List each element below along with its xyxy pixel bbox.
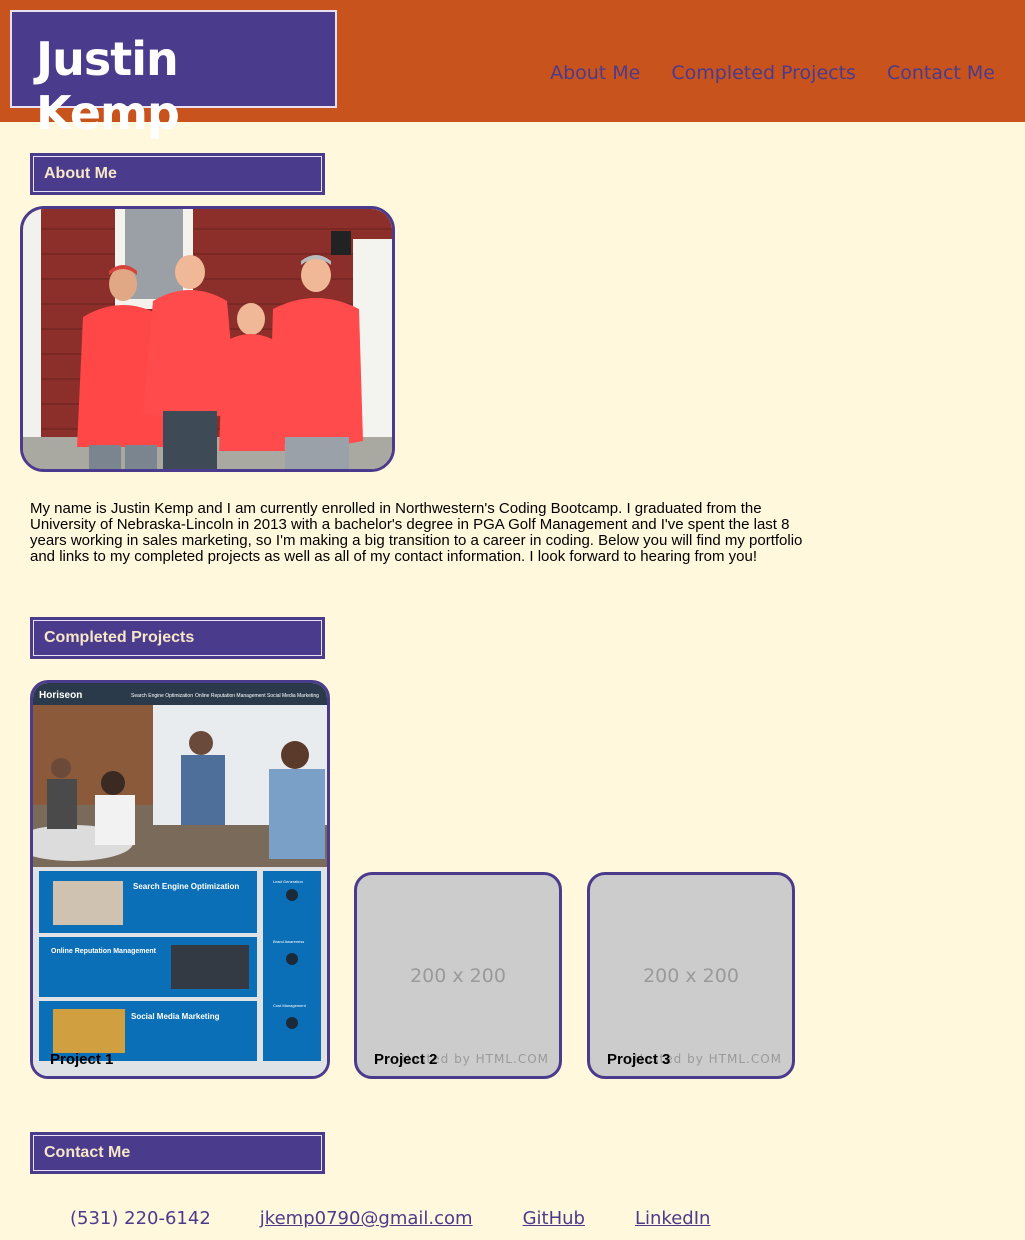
project-2-placeholder: 200 x 200 bbox=[410, 965, 506, 987]
main-nav: About Me Completed Projects Contact Me bbox=[550, 62, 995, 84]
card-title-2: Online Reputation Management bbox=[51, 948, 157, 955]
about-title-text: About Me bbox=[44, 165, 117, 182]
contact-github-link[interactable]: GitHub bbox=[523, 1208, 585, 1229]
projects-section-title: Completed Projects bbox=[30, 617, 325, 659]
project-2-label: Project 2 bbox=[374, 1051, 438, 1068]
contact-title-text: Contact Me bbox=[44, 1144, 131, 1161]
site-nav-text-2: Online Reputation Management bbox=[195, 693, 266, 699]
about-paragraph: My name is Justin Kemp and I am currentl… bbox=[30, 500, 803, 565]
site-name: Justin Kemp bbox=[36, 32, 180, 140]
projects-title-text: Completed Projects bbox=[44, 629, 195, 646]
side-title-2: Brand Awareness bbox=[273, 939, 304, 944]
project-3-label: Project 3 bbox=[607, 1051, 671, 1068]
project-3-card[interactable]: 200 x 200 Hosted by HTML.COM Project 3 bbox=[587, 872, 795, 1079]
project-1-label: Project 1 bbox=[50, 1051, 114, 1068]
profile-photo bbox=[20, 206, 395, 472]
contact-section-title: Contact Me bbox=[30, 1132, 325, 1174]
site-nav-text-1: Search Engine Optimization bbox=[131, 693, 193, 699]
nav-contact-me[interactable]: Contact Me bbox=[887, 62, 995, 84]
contact-email-link[interactable]: jkemp0790@gmail.com bbox=[260, 1208, 473, 1229]
site-header: Justin Kemp About Me Completed Projects … bbox=[0, 0, 1025, 140]
card-title-1: Search Engine Optimization bbox=[133, 882, 239, 891]
project-1-card[interactable]: Horiseon Search Engine Optimization Onli… bbox=[30, 680, 330, 1079]
side-title-1: Lead Generation bbox=[273, 879, 303, 884]
side-title-3: Cost Management bbox=[273, 1003, 307, 1008]
nav-about-me[interactable]: About Me bbox=[550, 62, 640, 84]
site-name-text: Horiseon bbox=[39, 690, 82, 701]
card-title-3: Social Media Marketing bbox=[131, 1012, 220, 1021]
contact-list: (531) 220-6142 jkemp0790@gmail.com GitHu… bbox=[70, 1208, 710, 1229]
site-nav-text-3: Social Media Marketing bbox=[267, 693, 319, 699]
nav-completed-projects[interactable]: Completed Projects bbox=[671, 62, 856, 84]
project-3-placeholder: 200 x 200 bbox=[643, 965, 739, 987]
project-2-card[interactable]: 200 x 200 Hosted by HTML.COM Project 2 bbox=[354, 872, 562, 1079]
about-section-title: About Me bbox=[30, 153, 325, 195]
project-1-screenshot: Horiseon Search Engine Optimization Onli… bbox=[33, 683, 327, 1076]
site-logo-box: Justin Kemp bbox=[10, 10, 337, 140]
contact-linkedin-link[interactable]: LinkedIn bbox=[635, 1208, 710, 1229]
contact-phone: (531) 220-6142 bbox=[70, 1208, 211, 1229]
